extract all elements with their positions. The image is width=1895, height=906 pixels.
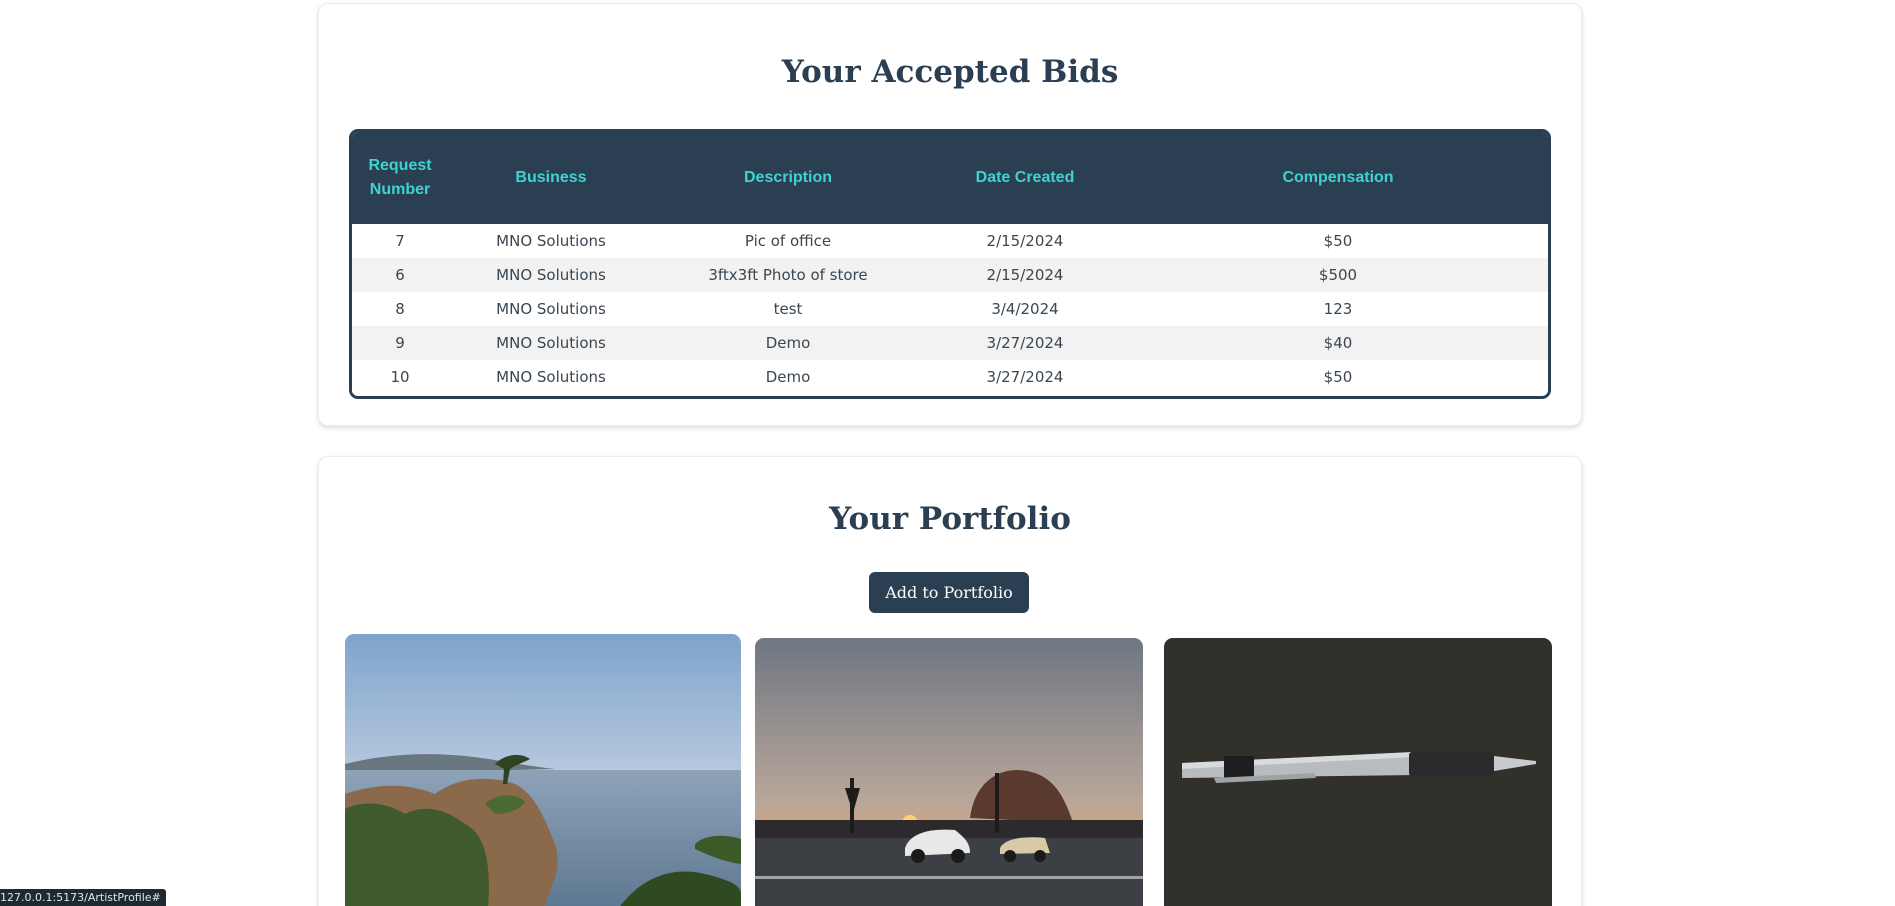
accepted-bids-title: Your Accepted Bids: [781, 54, 1119, 90]
table-row: 9 MNO Solutions Demo 3/27/2024 $40: [352, 326, 1548, 360]
cell-business: MNO Solutions: [496, 334, 606, 352]
cell-compensation: 123: [1323, 300, 1353, 318]
harbor-sunset-photo[interactable]: [755, 638, 1143, 906]
table-row: 8 MNO Solutions test 3/4/2024 123: [352, 292, 1548, 326]
cell-date-created: 3/27/2024: [986, 334, 1064, 352]
add-to-portfolio-button[interactable]: Add to Portfolio: [869, 572, 1029, 613]
cell-business: MNO Solutions: [496, 266, 606, 284]
link-status-bar: 127.0.0.1:5173/ArtistProfile#: [0, 889, 166, 906]
cell-description: Demo: [765, 368, 811, 386]
cell-compensation: $50: [1323, 368, 1353, 386]
cell-request-number: 10: [390, 368, 410, 386]
accepted-bids-card: Your Accepted Bids Request Number Busine…: [318, 3, 1582, 426]
cell-compensation: $40: [1323, 334, 1353, 352]
accepted-bids-table: Request Number Business Description Date…: [349, 129, 1551, 399]
artist-profile-page: Your Accepted Bids Request Number Busine…: [0, 0, 1895, 906]
column-header-description: Description: [743, 169, 832, 186]
coastal-cypress-photo[interactable]: [345, 634, 741, 906]
column-header-compensation: Compensation: [1282, 169, 1394, 186]
cell-compensation: $500: [1318, 266, 1358, 284]
pen-photo[interactable]: [1164, 638, 1552, 906]
cell-date-created: 2/15/2024: [986, 232, 1064, 250]
table-row: 6 MNO Solutions 3ftx3ft Photo of store 2…: [352, 258, 1548, 292]
cell-request-number: 7: [395, 232, 405, 250]
cell-description: test: [773, 300, 803, 318]
cell-date-created: 3/4/2024: [991, 300, 1059, 318]
cell-business: MNO Solutions: [496, 300, 606, 318]
cell-request-number: 8: [395, 300, 405, 318]
harbor-sunset-image: [755, 638, 1143, 906]
cell-description: 3ftx3ft Photo of store: [708, 266, 868, 284]
cell-date-created: 2/15/2024: [986, 266, 1064, 284]
pen-image: [1164, 638, 1552, 906]
portfolio-title: Your Portfolio: [829, 501, 1071, 537]
table-row: 10 MNO Solutions Demo 3/27/2024 $50: [352, 360, 1548, 394]
cell-date-created: 3/27/2024: [986, 368, 1064, 386]
table-header-row: Request Number Business Description Date…: [352, 132, 1548, 224]
coastal-cypress-image: [345, 634, 741, 906]
cell-description: Pic of office: [744, 232, 832, 250]
cell-description: Demo: [765, 334, 811, 352]
cell-request-number: 6: [395, 266, 405, 284]
column-header-business: Business: [515, 169, 587, 186]
portfolio-card: Your Portfolio Add to Portfolio: [318, 456, 1582, 906]
table-row: 7 MNO Solutions Pic of office 2/15/2024 …: [352, 224, 1548, 258]
cell-business: MNO Solutions: [496, 232, 606, 250]
column-header-date-created: Date Created: [975, 169, 1075, 186]
column-header-request-number: Request Number: [368, 157, 432, 198]
cell-business: MNO Solutions: [496, 368, 606, 386]
cell-request-number: 9: [395, 334, 405, 352]
cell-compensation: $50: [1323, 232, 1353, 250]
